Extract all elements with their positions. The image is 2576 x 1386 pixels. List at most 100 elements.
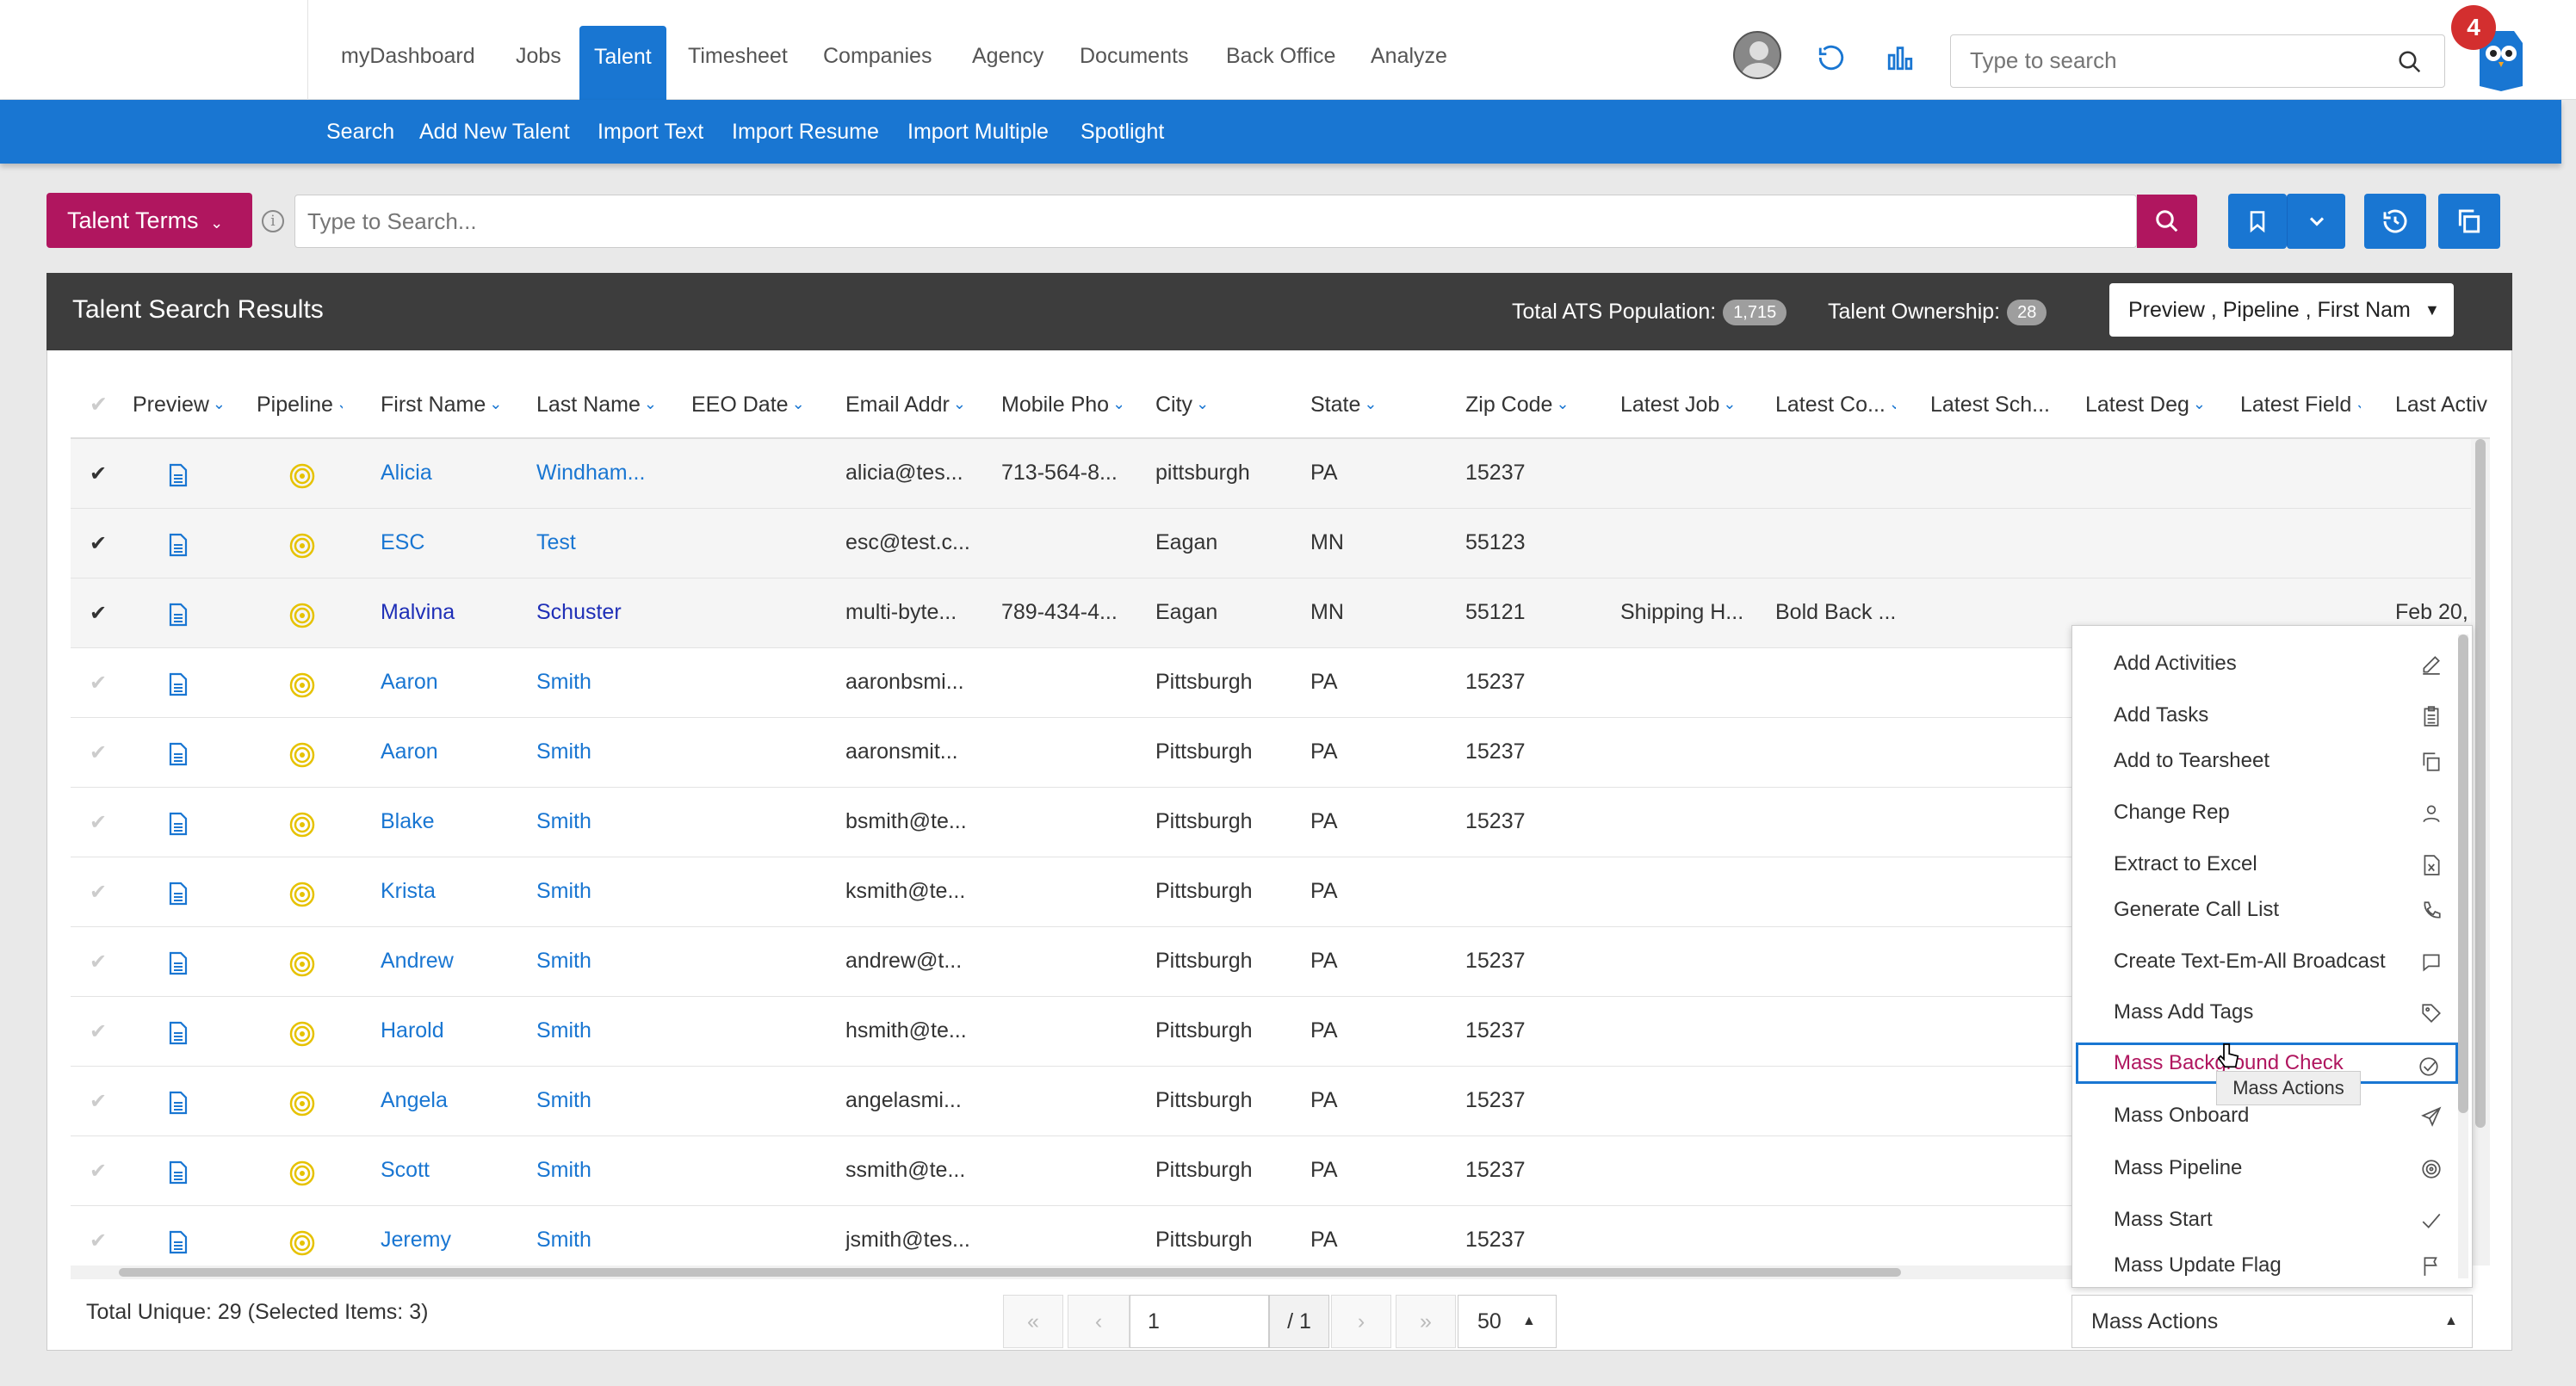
scrollbar-thumb[interactable] — [119, 1268, 1901, 1277]
first-name-link[interactable]: Aaron — [381, 718, 527, 785]
info-icon[interactable]: i — [262, 210, 284, 232]
column-header-latest-degree[interactable]: Latest Deg ⌄ — [2085, 381, 2206, 430]
pipeline-target-icon[interactable] — [289, 1160, 315, 1186]
first-name-link[interactable]: Angela — [381, 1067, 527, 1134]
menu-item-add-tasks[interactable]: Add Tasks — [2076, 695, 2458, 736]
column-header-preview[interactable]: Preview ⌄ — [133, 381, 222, 430]
row-checkbox[interactable]: ✔ — [90, 740, 107, 765]
scrollbar-thumb[interactable] — [2475, 439, 2486, 1128]
row-checkbox[interactable]: ✔ — [90, 1089, 107, 1114]
first-name-link[interactable]: Andrew — [381, 927, 527, 994]
notification-badge[interactable]: 4 — [2451, 5, 2496, 50]
document-preview-icon[interactable] — [169, 603, 188, 627]
page-size-select[interactable]: 50 ▲ — [1458, 1295, 1557, 1348]
document-preview-icon[interactable] — [169, 463, 188, 487]
last-name-link[interactable]: Smith — [536, 1136, 683, 1203]
menu-item-mass-pipeline[interactable]: Mass Pipeline — [2076, 1148, 2458, 1189]
talent-search-button[interactable] — [2137, 195, 2197, 248]
document-preview-icon[interactable] — [169, 882, 188, 906]
copy-search-button[interactable] — [2438, 194, 2500, 249]
document-preview-icon[interactable] — [169, 1021, 188, 1045]
last-name-link[interactable]: Smith — [536, 788, 683, 855]
pipeline-target-icon[interactable] — [289, 1021, 315, 1047]
column-header-latest-company[interactable]: Latest Co... ⌄ — [1775, 381, 1896, 430]
column-header-state[interactable]: State ⌄ — [1310, 381, 1422, 430]
document-preview-icon[interactable] — [169, 672, 188, 696]
page-number-input[interactable]: 1 — [1130, 1295, 1269, 1348]
column-header-last-name[interactable]: Last Name ⌄ — [536, 381, 657, 430]
column-header-zip-code[interactable]: Zip Code ⌄ — [1465, 381, 1586, 430]
nav-analyze[interactable]: Analyze — [1356, 0, 1462, 100]
table-row[interactable]: ✔ Alicia Windham... alicia@tes... 713-564-8.… — [71, 439, 2473, 509]
pipeline-target-icon[interactable] — [289, 463, 315, 489]
nav-talent[interactable]: Talent — [579, 26, 666, 100]
document-preview-icon[interactable] — [169, 533, 188, 557]
saved-search-dropdown-button[interactable] — [2287, 194, 2345, 249]
menu-item-mass-start[interactable]: Mass Start — [2076, 1199, 2458, 1241]
next-page-button[interactable]: › — [1331, 1295, 1391, 1348]
column-header-first-name[interactable]: First Name ⌄ — [381, 381, 501, 430]
history-icon[interactable] — [1817, 43, 1846, 78]
menu-item-extract-to-excel[interactable]: Extract to Excel — [2076, 844, 2458, 885]
row-checkbox[interactable]: ✔ — [90, 950, 107, 975]
document-preview-icon[interactable] — [169, 1160, 188, 1185]
nav-timesheet[interactable]: Timesheet — [673, 0, 802, 100]
column-header-latest-job[interactable]: Latest Job ⌄ — [1620, 381, 1741, 430]
column-header-email[interactable]: Email Addr ⌄ — [845, 381, 966, 430]
row-checkbox[interactable]: ✔ — [90, 1019, 107, 1044]
column-header-mobile-phone[interactable]: Mobile Pho ⌄ — [1001, 381, 1122, 430]
mass-actions-select[interactable]: Mass Actions ▲ — [2071, 1295, 2473, 1348]
pipeline-target-icon[interactable] — [289, 812, 315, 838]
reset-search-button[interactable] — [2364, 194, 2426, 249]
pipeline-target-icon[interactable] — [289, 672, 315, 698]
menu-item-change-rep[interactable]: Change Rep — [2076, 792, 2458, 833]
first-name-link[interactable]: Blake — [381, 788, 527, 855]
document-preview-icon[interactable] — [169, 1230, 188, 1254]
subnav-add-new-talent[interactable]: Add New Talent — [419, 100, 570, 164]
subnav-import-text[interactable]: Import Text — [598, 100, 703, 164]
menu-item-mass-add-tags[interactable]: Mass Add Tags — [2076, 992, 2458, 1033]
column-header-city[interactable]: City ⌄ — [1155, 381, 1267, 430]
first-name-link[interactable]: Krista — [381, 857, 527, 925]
pipeline-target-icon[interactable] — [289, 1091, 315, 1117]
first-name-link[interactable]: ESC — [381, 509, 527, 576]
row-checkbox[interactable]: ✔ — [90, 880, 107, 905]
column-header-last-activity[interactable]: Last Activ⌄ — [2395, 381, 2490, 430]
document-preview-icon[interactable] — [169, 951, 188, 975]
menu-item-mass-update-flag[interactable]: Mass Update Flag — [2076, 1245, 2458, 1286]
pipeline-target-icon[interactable] — [289, 1230, 315, 1256]
document-preview-icon[interactable] — [169, 742, 188, 766]
column-header-pipeline[interactable]: Pipeline⌄ — [257, 381, 343, 430]
table-vertical-scrollbar[interactable] — [2471, 439, 2490, 1265]
last-name-link[interactable]: Smith — [536, 927, 683, 994]
nav-back-office[interactable]: Back Office — [1211, 0, 1350, 100]
nav-documents[interactable]: Documents — [1065, 0, 1203, 100]
select-all-checkbox[interactable]: ✔ — [90, 381, 108, 429]
user-avatar[interactable] — [1733, 31, 1781, 79]
column-header-eeo-date[interactable]: EEO Date ⌄ — [691, 381, 803, 430]
row-checkbox[interactable]: ✔ — [90, 461, 107, 486]
row-checkbox[interactable]: ✔ — [90, 601, 107, 626]
last-name-link[interactable]: Smith — [536, 997, 683, 1064]
subnav-search[interactable]: Search — [326, 100, 394, 164]
row-checkbox[interactable]: ✔ — [90, 531, 107, 556]
menu-item-add-to-tearsheet[interactable]: Add to Tearsheet — [2076, 740, 2458, 782]
nav-agency[interactable]: Agency — [957, 0, 1058, 100]
nav-companies[interactable]: Companies — [808, 0, 946, 100]
last-page-button[interactable]: » — [1396, 1295, 1456, 1348]
talent-terms-button[interactable]: Talent Terms ⌄ — [46, 193, 252, 248]
document-preview-icon[interactable] — [169, 1091, 188, 1115]
analytics-chart-icon[interactable] — [1886, 43, 1915, 78]
nav-mydashboard[interactable]: myDashboard — [326, 0, 490, 100]
last-name-link[interactable]: Smith — [536, 857, 683, 925]
search-icon[interactable] — [2397, 49, 2423, 81]
last-name-link[interactable]: Smith — [536, 648, 683, 715]
subnav-import-resume[interactable]: Import Resume — [732, 100, 879, 164]
pipeline-target-icon[interactable] — [289, 533, 315, 559]
menu-item-add-activities[interactable]: Add Activities — [2076, 643, 2458, 684]
column-selector-dropdown[interactable]: Preview , Pipeline , First Nam ▼ — [2109, 283, 2454, 337]
menu-scrollbar[interactable] — [2458, 634, 2468, 1278]
first-name-link[interactable]: Alicia — [381, 439, 527, 506]
pipeline-target-icon[interactable] — [289, 603, 315, 628]
last-name-link[interactable]: Windham... — [536, 439, 683, 506]
